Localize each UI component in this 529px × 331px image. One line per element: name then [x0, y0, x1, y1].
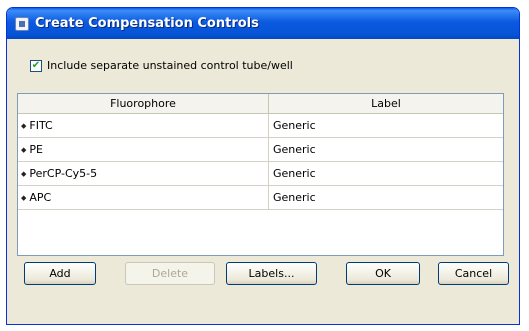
- title-bar[interactable]: Create Compensation Controls: [7, 8, 519, 39]
- add-button[interactable]: Add: [24, 262, 96, 285]
- fluorophore-name: PE: [29, 143, 43, 156]
- unstained-control-label: Include separate unstained control tube/…: [47, 59, 293, 72]
- table-row[interactable]: ◆ PerCP-Cy5-5 Generic: [18, 162, 503, 186]
- label-cell[interactable]: Generic: [269, 186, 503, 209]
- label-cell[interactable]: Generic: [269, 114, 503, 137]
- row-marker-icon: ◆: [21, 145, 27, 154]
- label-cell[interactable]: Generic: [269, 162, 503, 185]
- cancel-button[interactable]: Cancel: [438, 262, 509, 285]
- ok-button[interactable]: OK: [346, 262, 420, 285]
- fluorophore-name: APC: [29, 191, 52, 204]
- table-row[interactable]: ◆ PE Generic: [18, 138, 503, 162]
- column-header-label[interactable]: Label: [269, 94, 503, 113]
- row-marker-icon: ◆: [21, 169, 27, 178]
- labels-button[interactable]: Labels...: [226, 262, 317, 285]
- fluorophore-name: FITC: [29, 119, 53, 132]
- unstained-control-option[interactable]: ✔ Include separate unstained control tub…: [30, 59, 293, 72]
- column-header-fluorophore[interactable]: Fluorophore: [18, 94, 269, 113]
- window-title: Create Compensation Controls: [35, 16, 259, 31]
- unstained-control-checkbox[interactable]: ✔: [30, 59, 42, 72]
- table-header: Fluorophore Label: [18, 94, 503, 114]
- table-row[interactable]: ◆ APC Generic: [18, 186, 503, 210]
- row-marker-icon: ◆: [21, 193, 27, 202]
- window-app-icon: [15, 16, 29, 31]
- fluorophore-cell[interactable]: ◆ APC: [18, 186, 269, 209]
- row-marker-icon: ◆: [21, 121, 27, 130]
- table-row[interactable]: ◆ FITC Generic: [18, 114, 503, 138]
- fluorophore-cell[interactable]: ◆ PerCP-Cy5-5: [18, 162, 269, 185]
- fluorophore-cell[interactable]: ◆ PE: [18, 138, 269, 161]
- fluorophore-name: PerCP-Cy5-5: [29, 167, 98, 180]
- delete-button[interactable]: Delete: [125, 262, 215, 285]
- label-cell[interactable]: Generic: [269, 138, 503, 161]
- fluorophore-table: Fluorophore Label ◆ FITC Generic ◆ PE Gene…: [17, 93, 504, 256]
- fluorophore-cell[interactable]: ◆ FITC: [18, 114, 269, 137]
